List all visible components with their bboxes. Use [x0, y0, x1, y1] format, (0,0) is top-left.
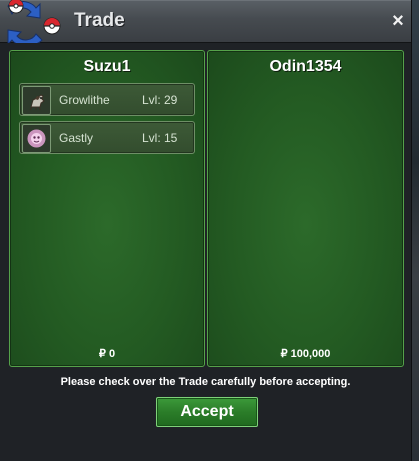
gastly-icon: [22, 124, 51, 153]
left-player-name: Suzu1: [83, 58, 131, 75]
right-player-name: Odin1354: [269, 58, 342, 75]
right-money-offer: ₽ 100,000: [280, 348, 331, 360]
pokemon-slot-gastly[interactable]: Gastly Lvl: 15: [19, 121, 195, 154]
pokemon-level: Lvl: 15: [142, 131, 178, 145]
left-trade-panel: Suzu1 Growlithe Lvl: 29 Gastly Lvl: 15 ₽…: [9, 50, 205, 367]
pokemon-level: Lvl: 29: [142, 93, 178, 107]
trade-notice: Please check over the Trade carefully be…: [60, 376, 351, 388]
close-button[interactable]: ×: [388, 11, 408, 31]
trade-window: Trade × Suzu1 Growlithe Lvl: 29 Gastly L…: [0, 0, 412, 461]
pokemon-name: Gastly: [59, 131, 94, 145]
left-money-offer: ₽ 0: [98, 348, 116, 360]
window-title: Trade: [74, 10, 125, 31]
accept-button[interactable]: Accept: [156, 397, 258, 427]
growlithe-icon: [22, 86, 51, 115]
trade-arrows-icon: [7, 0, 61, 47]
background-strip: [411, 0, 419, 461]
pokemon-slot-growlithe[interactable]: Growlithe Lvl: 29: [19, 83, 195, 116]
right-trade-panel: Odin1354 ₽ 100,000: [207, 50, 404, 367]
pokemon-name: Growlithe: [59, 93, 110, 107]
